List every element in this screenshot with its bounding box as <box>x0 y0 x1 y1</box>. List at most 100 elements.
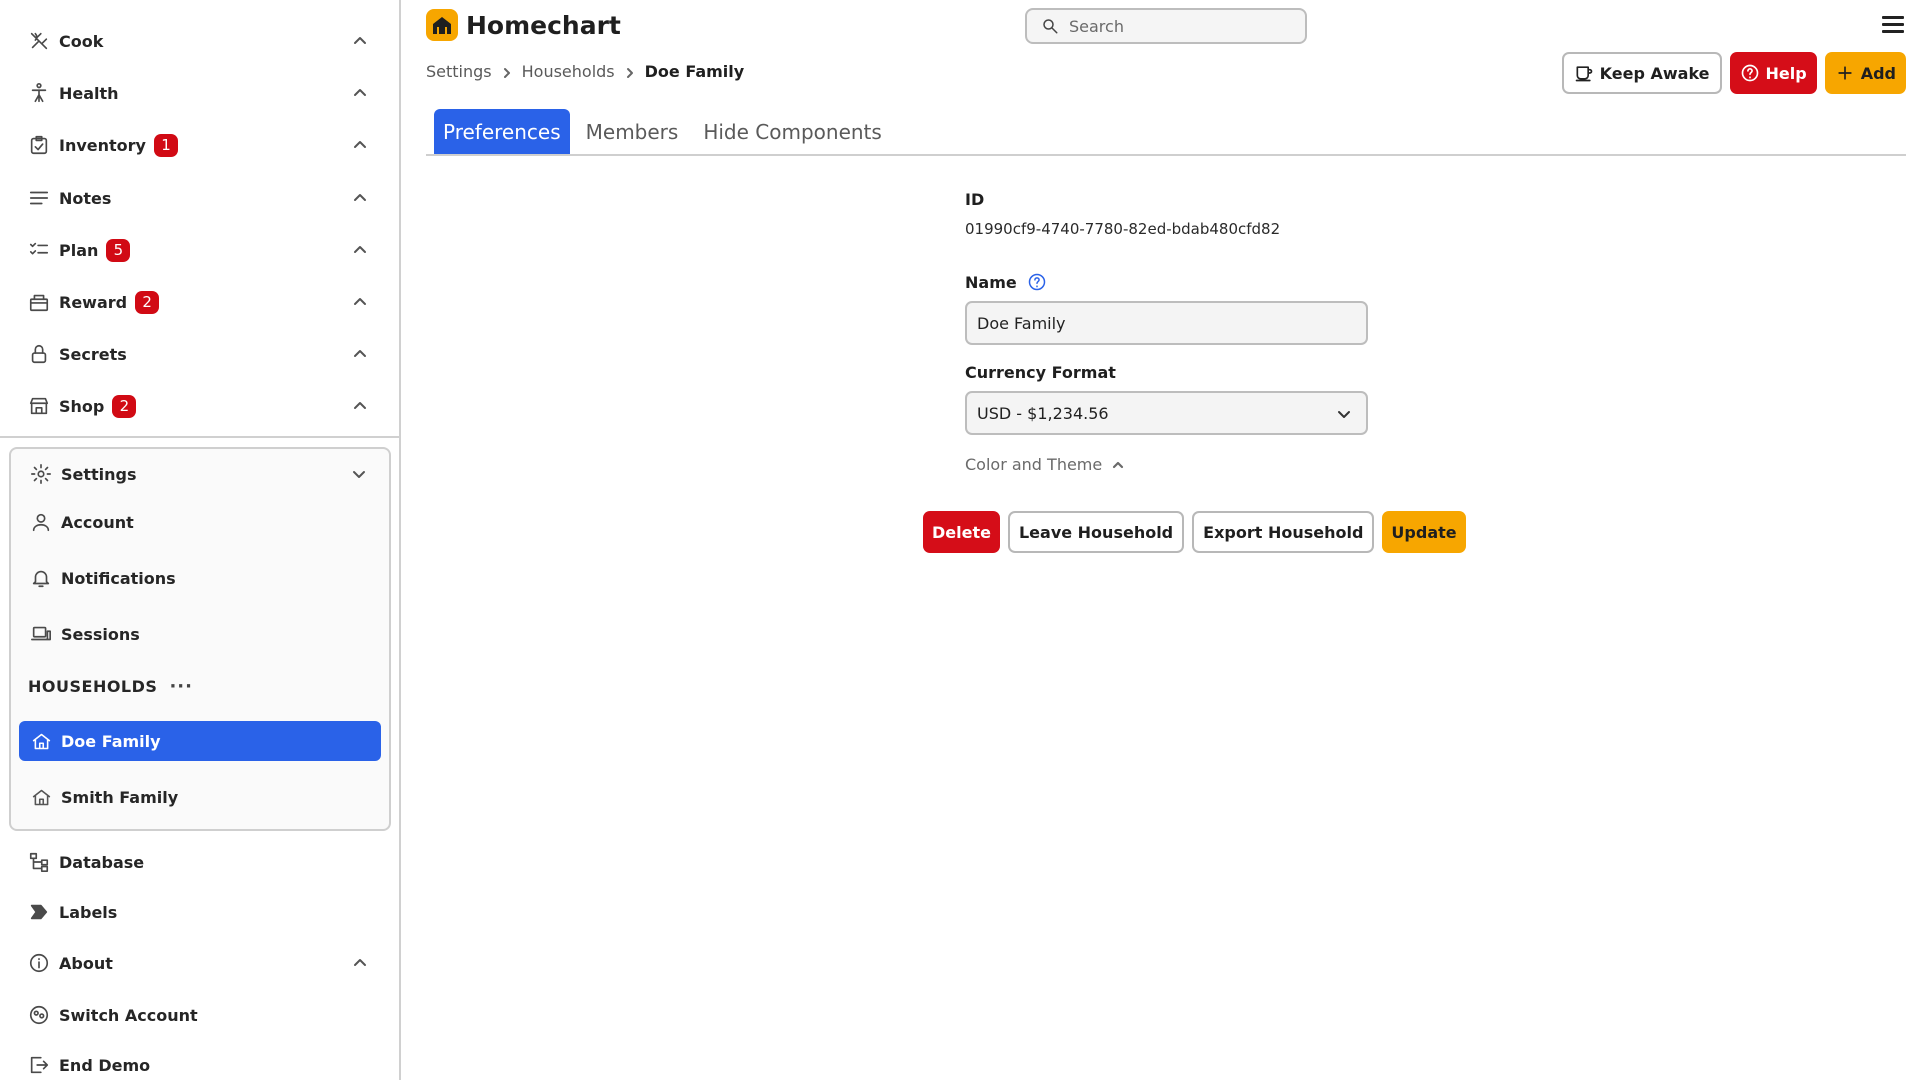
sidebar-item-label: Database <box>59 852 145 872</box>
chevron-up-icon[interactable] <box>352 955 368 971</box>
sidebar-item-labels[interactable]: Labels <box>27 892 372 932</box>
inventory-icon <box>27 133 51 157</box>
sidebar-item-sessions[interactable]: Sessions <box>29 614 371 654</box>
sidebar-item-reward[interactable]: Reward 2 <box>27 282 372 322</box>
top-actions: Keep Awake Help Add <box>1561 52 1906 94</box>
household-item-label: Doe Family <box>61 731 161 751</box>
sidebar-item-end-demo[interactable]: End Demo <box>27 1045 372 1080</box>
chevron-up-icon[interactable] <box>352 242 368 258</box>
exit-icon <box>27 1053 51 1077</box>
home-icon <box>29 729 53 753</box>
bell-icon <box>29 566 53 590</box>
chevron-up-icon[interactable] <box>352 294 368 310</box>
chevron-down-icon[interactable] <box>351 466 367 482</box>
plus-icon <box>1838 66 1852 80</box>
sidebar-item-plan[interactable]: Plan 5 <box>27 230 372 270</box>
tab-hide-components[interactable]: Hide Components <box>694 109 891 154</box>
coffee-cup-icon <box>1575 66 1592 82</box>
chevron-up-icon <box>1113 461 1124 468</box>
household-item-smith-family[interactable]: Smith Family <box>19 777 381 817</box>
help-button[interactable]: Help <box>1729 52 1817 94</box>
help-icon <box>1741 64 1758 82</box>
export-household-button[interactable]: Export Household <box>1192 511 1375 553</box>
sidebar-item-switch-account[interactable]: Switch Account <box>27 995 372 1035</box>
search-bar[interactable] <box>1025 8 1307 44</box>
chevron-right-icon <box>500 65 514 79</box>
add-button[interactable]: Add <box>1824 52 1906 94</box>
name-field[interactable] <box>965 301 1368 345</box>
more-icon[interactable]: ··· <box>169 676 193 697</box>
sidebar-item-label: Reward <box>59 292 128 312</box>
sidebar-item-notifications[interactable]: Notifications <box>29 558 371 598</box>
settings-group: Settings Account Notifications Sessions … <box>9 447 391 831</box>
chevron-up-icon[interactable] <box>352 346 368 362</box>
sidebar-item-database[interactable]: Database <box>27 842 372 882</box>
sidebar-item-account[interactable]: Account <box>29 502 371 542</box>
household-item-doe-family[interactable]: Doe Family <box>19 721 381 761</box>
form-actions: Delete Leave Household Export Household … <box>923 511 1466 553</box>
id-label: ID <box>965 190 985 209</box>
id-value: 01990cf9-4740-7780-82ed-bdab480cfd82 <box>965 220 1281 238</box>
app-logo[interactable]: Homechart <box>426 9 621 41</box>
sidebar-item-inventory[interactable]: Inventory 1 <box>27 125 372 165</box>
tab-preferences[interactable]: Preferences <box>434 109 570 154</box>
search-icon <box>1043 19 1058 34</box>
logo-icon <box>426 9 458 41</box>
sidebar-item-cook[interactable]: Cook <box>27 21 372 61</box>
leave-household-button[interactable]: Leave Household <box>1007 511 1185 553</box>
sidebar-item-label: Notes <box>59 188 112 208</box>
sidebar-item-label: Labels <box>59 902 118 922</box>
household-item-label: Smith Family <box>61 787 179 807</box>
plan-badge: 5 <box>106 238 131 262</box>
breadcrumb-settings[interactable]: Settings <box>426 62 492 81</box>
household-form: ID 01990cf9-4740-7780-82ed-bdab480cfd82 … <box>965 190 1368 474</box>
chevron-up-icon[interactable] <box>352 137 368 153</box>
sidebar-divider <box>0 436 401 438</box>
update-button[interactable]: Update <box>1382 511 1466 553</box>
help-circle-icon[interactable] <box>1027 272 1047 292</box>
households-heading-label: HOUSEHOLDS <box>28 676 158 696</box>
sidebar-item-label: Plan <box>59 240 99 260</box>
sidebar-item-health[interactable]: Health <box>27 73 372 113</box>
keep-awake-label: Keep Awake <box>1599 63 1710 83</box>
inventory-badge: 1 <box>153 133 178 157</box>
color-theme-label: Color and Theme <box>965 455 1103 474</box>
name-label: Name <box>965 272 1017 292</box>
search-input[interactable] <box>1069 16 1289 36</box>
breadcrumb: Settings Households Doe Family <box>426 62 744 81</box>
help-label: Help <box>1765 63 1807 83</box>
chevron-up-icon[interactable] <box>352 33 368 49</box>
shop-icon <box>27 394 51 418</box>
sidebar-item-shop[interactable]: Shop 2 <box>27 386 372 426</box>
name-label-row: Name <box>965 272 1368 292</box>
chevron-up-icon[interactable] <box>352 398 368 414</box>
hamburger-menu-icon[interactable] <box>1882 16 1904 36</box>
breadcrumb-households[interactable]: Households <box>522 62 615 81</box>
delete-button[interactable]: Delete <box>923 511 1000 553</box>
shop-badge: 2 <box>112 394 137 418</box>
sidebar: Cook Health Inventory 1 Notes Plan 5 Rew… <box>0 0 401 1080</box>
currency-select[interactable]: USD - $1,234.56 <box>965 391 1368 435</box>
chevron-down-icon <box>1336 406 1352 422</box>
sidebar-item-label: Cook <box>59 31 104 51</box>
add-label: Add <box>1860 63 1896 83</box>
sidebar-item-settings[interactable]: Settings <box>29 454 371 494</box>
keep-awake-button[interactable]: Keep Awake <box>1561 52 1722 94</box>
devices-icon <box>29 622 53 646</box>
currency-value: USD - $1,234.56 <box>977 403 1109 423</box>
sidebar-item-notes[interactable]: Notes <box>27 178 372 218</box>
gear-icon <box>29 462 53 486</box>
sidebar-item-label: Shop <box>59 396 105 416</box>
cook-icon <box>27 29 51 53</box>
chevron-up-icon[interactable] <box>352 190 368 206</box>
sidebar-item-about[interactable]: About <box>27 943 372 983</box>
sidebar-item-secrets[interactable]: Secrets <box>27 334 372 374</box>
sidebar-item-label: Sessions <box>61 624 140 644</box>
households-heading: HOUSEHOLDS ··· <box>28 671 193 701</box>
color-theme-toggle[interactable]: Color and Theme <box>965 455 1368 474</box>
info-icon <box>27 951 51 975</box>
lock-icon <box>27 342 51 366</box>
sidebar-item-label: Account <box>61 512 134 532</box>
chevron-up-icon[interactable] <box>352 85 368 101</box>
tab-members[interactable]: Members <box>577 109 688 154</box>
